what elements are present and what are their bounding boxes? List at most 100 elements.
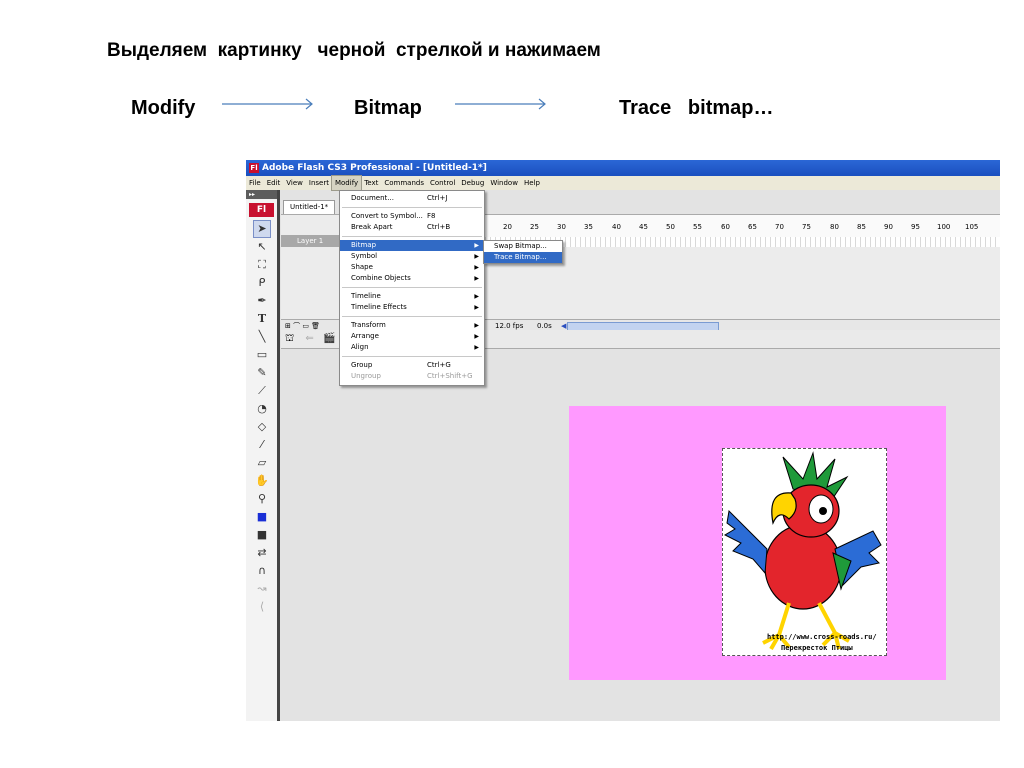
menu-control[interactable]: Control: [427, 176, 458, 190]
stage-area: http://www.cross-roads.ru/ Перекресток П…: [281, 349, 1000, 721]
menu-help[interactable]: Help: [521, 176, 543, 190]
menu-separator: [342, 316, 482, 317]
smooth-icon[interactable]: ↝: [254, 581, 270, 597]
menu-window[interactable]: Window: [487, 176, 521, 190]
ruler-tick: 35: [584, 223, 593, 231]
menu-item-arrange[interactable]: Arrange ▶: [340, 331, 484, 342]
submenu-arrow-icon: ▶: [474, 293, 479, 300]
paint-bucket-tool-icon[interactable]: ◇: [254, 419, 270, 435]
bitmap-caption-url: http://www.cross-roads.ru/: [767, 633, 877, 641]
pen-tool-icon[interactable]: ✒: [254, 293, 270, 309]
menu-text[interactable]: Text: [361, 176, 381, 190]
stage[interactable]: http://www.cross-roads.ru/ Перекресток П…: [569, 406, 946, 680]
ruler-tick: 25: [530, 223, 539, 231]
slide-title: Выделяем картинку черной стрелкой и нажи…: [107, 40, 601, 61]
pencil-tool-icon[interactable]: ✎: [254, 365, 270, 381]
layer-name: Layer 1: [297, 237, 324, 245]
ruler-tick: 55: [693, 223, 702, 231]
menu-commands[interactable]: Commands: [381, 176, 427, 190]
flash-logo: Fl: [249, 203, 274, 217]
arrow-icon: [222, 98, 313, 110]
panel-grip-icon[interactable]: ▸▸: [246, 190, 277, 199]
menu-debug[interactable]: Debug: [458, 176, 487, 190]
parrot-image: [723, 451, 882, 650]
line-tool-icon[interactable]: ╲: [254, 329, 270, 345]
lasso-tool-icon[interactable]: ᑭ: [254, 275, 270, 291]
parrot-bitmap[interactable]: http://www.cross-roads.ru/ Перекресток П…: [722, 448, 887, 656]
menu-item-symbol[interactable]: Symbol ▶: [340, 251, 484, 262]
flash-app-icon: Fl: [249, 162, 259, 173]
step-modify: Modify: [131, 97, 196, 119]
menu-item-transform[interactable]: Transform ▶: [340, 320, 484, 331]
submenu-arrow-icon: ▶: [474, 264, 479, 271]
submenu-arrow-icon: ▶: [474, 275, 479, 282]
subselection-tool-icon[interactable]: ↖: [254, 239, 270, 255]
menu-bar: File Edit View Insert Modify Text Commands Cont…: [246, 175, 1000, 191]
menu-separator: [342, 287, 482, 288]
free-transform-tool-icon[interactable]: ⛶: [254, 257, 270, 273]
ruler-tick: 85: [857, 223, 866, 231]
menu-separator: [342, 356, 482, 357]
menu-item-combine-objects[interactable]: Combine Objects ▶: [340, 273, 484, 284]
menu-item-convert-to-symbol[interactable]: Convert to Symbol... F8: [340, 211, 484, 222]
eraser-tool-icon[interactable]: ▱: [254, 455, 270, 471]
ruler-tick: 20: [503, 223, 512, 231]
menu-item-trace-bitmap[interactable]: Trace Bitmap...: [484, 252, 562, 263]
submenu-arrow-icon: ▶: [474, 253, 479, 260]
flash-window: Fl Adobe Flash CS3 Professional - [Untitl…: [246, 160, 1000, 721]
title-bar: Fl Adobe Flash CS3 Professional - [Untitl…: [246, 160, 1000, 176]
ink-bottle-tool-icon[interactable]: ◔: [254, 401, 270, 417]
edit-scene-icon[interactable]: 🎬: [317, 333, 335, 344]
menu-item-swap-bitmap[interactable]: Swap Bitmap...: [484, 241, 562, 252]
menu-separator: [342, 207, 482, 208]
ruler-tick: 30: [557, 223, 566, 231]
panel-divider: [277, 190, 280, 721]
bitmap-caption-name: Перекресток Птицы: [781, 644, 853, 652]
menu-file[interactable]: File: [246, 176, 264, 190]
text-tool-icon[interactable]: T: [254, 311, 270, 327]
window-title: Adobe Flash CS3 Professional - [Untitled…: [262, 163, 487, 173]
brush-tool-icon[interactable]: ⟋: [254, 383, 270, 399]
submenu-arrow-icon: ▶: [474, 344, 479, 351]
menu-item-shape[interactable]: Shape ▶: [340, 262, 484, 273]
menu-item-align[interactable]: Align ▶: [340, 342, 484, 353]
selection-tool-icon[interactable]: ➤: [253, 220, 271, 238]
submenu-arrow-icon: ▶: [474, 304, 479, 311]
menu-separator: [342, 236, 482, 237]
ruler-tick: 60: [721, 223, 730, 231]
fill-color-icon[interactable]: ■: [254, 527, 270, 543]
menu-insert[interactable]: Insert: [306, 176, 332, 190]
scene-icon[interactable]: ⛫: [281, 333, 294, 344]
snap-magnet-icon[interactable]: ∩: [254, 563, 270, 579]
ruler-tick: 50: [666, 223, 675, 231]
zoom-tool-icon[interactable]: ⚲: [254, 491, 270, 507]
hand-tool-icon[interactable]: ✋: [254, 473, 270, 489]
straighten-icon[interactable]: ⟨: [254, 599, 270, 615]
submenu-arrow-icon: ▶: [474, 333, 479, 340]
menu-item-ungroup[interactable]: Ungroup Ctrl+Shift+G: [340, 371, 484, 382]
swap-colors-icon[interactable]: ⇄: [254, 545, 270, 561]
menu-item-group[interactable]: Group Ctrl+G: [340, 360, 484, 371]
document-tab[interactable]: Untitled-1*: [283, 200, 336, 214]
ruler-tick: 90: [884, 223, 893, 231]
menu-item-break-apart[interactable]: Break Apart Ctrl+B: [340, 222, 484, 233]
modify-menu: Document... Ctrl+J Convert to Symbol... F8…: [339, 190, 485, 386]
back-arrow-icon[interactable]: ⇐: [297, 333, 313, 344]
rectangle-tool-icon[interactable]: ▭: [254, 347, 270, 363]
menu-item-timeline[interactable]: Timeline ▶: [340, 291, 484, 302]
stroke-color-icon[interactable]: ■: [254, 509, 270, 525]
menu-item-timeline-effects[interactable]: Timeline Effects ▶: [340, 302, 484, 313]
ruler-tick: 70: [775, 223, 784, 231]
tools-panel: ▸▸ Fl ➤ ↖ ⛶ ᑭ ✒ T ╲ ▭ ✎ ⟋ ◔ ◇ ⁄ ▱ ✋ ⚲ ■ …: [246, 190, 278, 721]
ruler-tick: 100: [937, 223, 951, 231]
menu-item-document[interactable]: Document... Ctrl+J: [340, 193, 484, 204]
ruler-tick: 105: [965, 223, 979, 231]
arrow-icon: [455, 98, 546, 110]
ruler-tick: 40: [612, 223, 621, 231]
menu-modify[interactable]: Modify: [330, 175, 363, 191]
menu-view[interactable]: View: [283, 176, 306, 190]
ruler-tick: 95: [911, 223, 920, 231]
menu-item-bitmap[interactable]: Bitmap ▶: [340, 240, 484, 251]
eyedropper-tool-icon[interactable]: ⁄: [254, 437, 270, 453]
menu-edit[interactable]: Edit: [264, 176, 284, 190]
